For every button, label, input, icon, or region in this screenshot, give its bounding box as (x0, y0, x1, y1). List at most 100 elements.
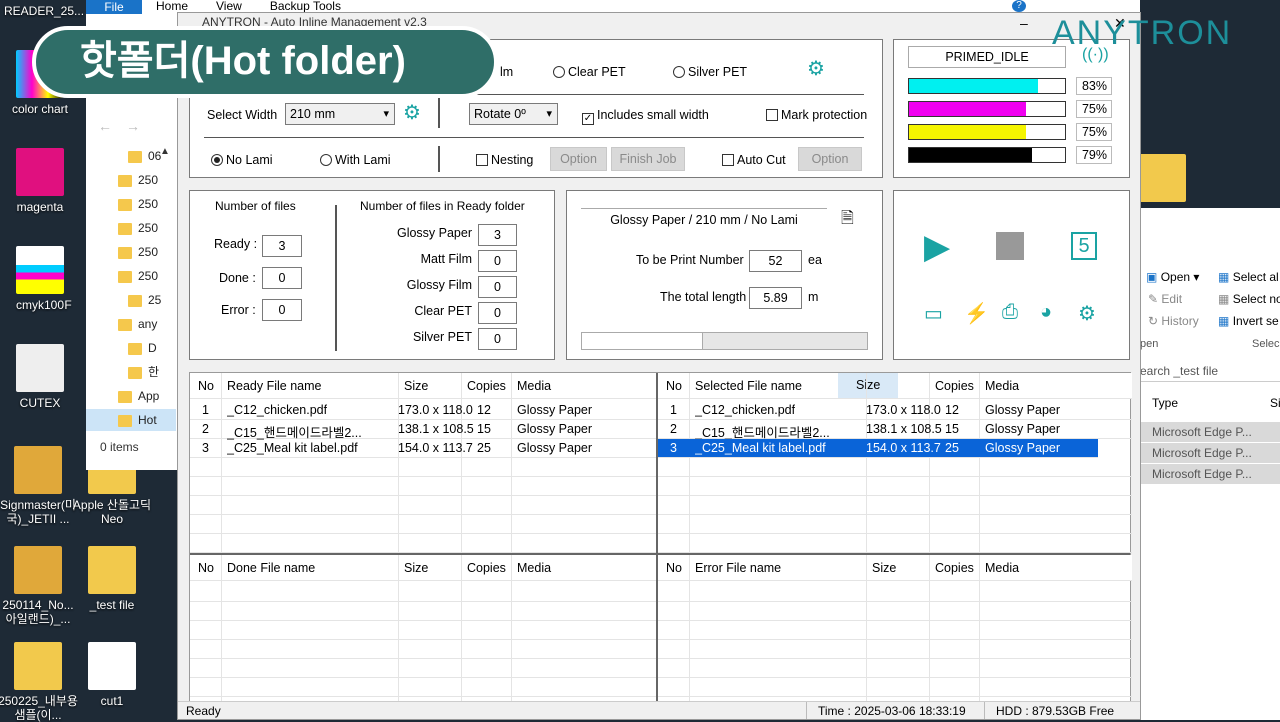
finish-job-button[interactable]: Finish Job (611, 147, 685, 171)
column-header[interactable]: Size (872, 561, 896, 575)
column-header[interactable]: Copies (935, 561, 974, 575)
table-row[interactable]: 3 _C25_Meal kit label.pdf 154.0 x 113.7 25 G… (190, 439, 656, 458)
job-summary: Glossy Paper / 210 mm / No Lami (581, 208, 827, 232)
play-icon[interactable]: ▶ (924, 227, 950, 267)
desktop-icon-cut1[interactable]: cut1 (72, 642, 152, 708)
tree-item[interactable]: 한 (128, 361, 159, 383)
total-length-label: The total length (660, 290, 747, 304)
table-row[interactable]: 2 _C15_핸드메이드라벨2... 138.1 x 108.5 15 Glossy P… (190, 420, 656, 440)
tree-item[interactable]: App (118, 385, 159, 407)
auto-cut-option-button[interactable]: Option (798, 147, 862, 171)
table-cell: Glossy Paper (517, 441, 593, 455)
column-header[interactable]: Copies (467, 379, 506, 393)
search-input[interactable]: earch _test file (1140, 360, 1280, 382)
column-header[interactable]: Ready File name (227, 379, 322, 393)
desktop-icon-signmaster[interactable]: Signmaster(미국)_JETII ... (0, 446, 78, 526)
stop-icon[interactable] (996, 232, 1024, 260)
column-header[interactable]: No (666, 561, 682, 575)
media-film-label[interactable]: lm (500, 65, 513, 79)
column-header[interactable]: Media (985, 561, 1019, 575)
table-row[interactable]: 1 _C12_chicken.pdf 173.0 x 118.0 12 Glossy P… (190, 401, 656, 420)
edit-button[interactable]: ✎ Edit (1148, 292, 1182, 306)
settings-gear-icon[interactable]: ⚙ (1078, 301, 1096, 326)
desktop-icon-250225[interactable]: 250225_내부용샘플(이... (0, 642, 78, 722)
select-all-button[interactable]: ▦ Select al (1218, 270, 1279, 284)
desktop-icon-250114[interactable]: 250114_No...아일랜드)_... (0, 546, 78, 626)
width-settings-gear-icon[interactable]: ⚙ (403, 100, 421, 125)
back-icon[interactable]: ← (98, 118, 112, 134)
column-header[interactable]: Done File name (227, 561, 315, 575)
table-row (658, 640, 1132, 659)
rotate-dropdown[interactable]: Rotate 0º (469, 103, 558, 125)
column-size[interactable]: Si (1270, 396, 1280, 410)
folder-icon (88, 546, 136, 594)
folder-icon (14, 546, 62, 594)
column-header[interactable]: Size (404, 561, 428, 575)
menu-file[interactable]: File (86, 0, 142, 14)
tree-item[interactable]: any (118, 313, 157, 335)
open-button[interactable]: ▣ Open ▾ (1146, 270, 1199, 284)
auto-cut-checkbox[interactable]: Auto Cut (722, 153, 786, 167)
scroll-up-icon[interactable]: ▲ (160, 146, 170, 157)
minimize-button[interactable]: – (1020, 15, 1028, 31)
forward-icon[interactable]: → (126, 118, 140, 134)
tree-item[interactable]: 250 (118, 265, 158, 287)
table-row[interactable]: 2 _C15_핸드메이드라벨2... 138.1 x 108.5 15 Glossy P… (658, 420, 1132, 440)
ink-status-panel: PRIMED_IDLE ((·)) 83% 75% 75% 79% (893, 39, 1130, 178)
select-all-icon: ▦ (1218, 270, 1230, 284)
printer-icon[interactable]: ⎙ (1002, 301, 1018, 324)
tree-item[interactable]: 06 (128, 145, 161, 167)
width-dropdown[interactable]: 210 mm (285, 103, 395, 125)
document-icon[interactable]: 🗎 (841, 207, 854, 234)
tree-item[interactable]: 250 (118, 169, 158, 191)
tree-item[interactable]: 250 (118, 241, 158, 263)
menu-home[interactable]: Home (142, 0, 202, 12)
history-button[interactable]: ↻ History (1148, 314, 1199, 328)
nesting-option-button[interactable]: Option (550, 147, 607, 171)
includes-small-width-checkbox[interactable]: ✓ Includes small width (582, 108, 709, 125)
radio-no-lami[interactable]: No Lami (211, 153, 273, 167)
column-header[interactable]: No (198, 561, 214, 575)
list-item[interactable]: Microsoft Edge P... (1140, 443, 1280, 463)
radio-with-lami[interactable]: With Lami (320, 153, 391, 167)
column-header[interactable]: No (198, 379, 214, 393)
desktop-icon-cutex[interactable]: CUTEX (0, 344, 80, 410)
tree-item[interactable]: 250 (118, 217, 158, 239)
menu-backup-tools[interactable]: Backup Tools (256, 0, 355, 12)
column-type[interactable]: Type (1152, 396, 1178, 410)
column-header[interactable]: Size (838, 373, 899, 398)
logo-icon[interactable]: ◕ (1040, 301, 1052, 324)
lightning-icon[interactable]: ⚡ (964, 301, 989, 326)
counter-icon[interactable]: 5 (1071, 232, 1097, 260)
list-item[interactable]: Microsoft Edge P... (1140, 464, 1280, 484)
column-header[interactable]: Error File name (695, 561, 781, 575)
select-none-button[interactable]: ▦ Select no (1218, 292, 1280, 306)
column-header[interactable]: Copies (935, 379, 974, 393)
help-icon[interactable]: ? (1012, 0, 1026, 12)
tree-item[interactable]: D (128, 337, 157, 359)
column-header[interactable]: Media (985, 379, 1019, 393)
nesting-checkbox[interactable]: Nesting (476, 153, 533, 167)
column-header[interactable]: Media (517, 561, 551, 575)
column-header[interactable]: Copies (467, 561, 506, 575)
invert-selection-button[interactable]: ▦ Invert se (1218, 314, 1279, 328)
list-item[interactable]: Microsoft Edge P... (1140, 422, 1280, 442)
table-row[interactable]: 3 _C25_Meal kit label.pdf 154.0 x 113.7 25 G… (658, 439, 1098, 458)
tree-item[interactable]: 250 (118, 193, 158, 215)
radio-clear-pet[interactable]: Clear PET (553, 65, 626, 79)
menu-view[interactable]: View (202, 0, 256, 12)
column-header[interactable]: Size (404, 379, 428, 393)
media-settings-gear-icon[interactable]: ⚙ (807, 56, 825, 81)
column-header[interactable]: No (666, 379, 682, 393)
selected-grid: No Selected File name Size Copies Media 1 _C12… (658, 373, 1132, 553)
desktop-icon-test-file[interactable]: _test file (72, 546, 152, 612)
tree-item[interactable]: 25 (128, 289, 161, 311)
radio-silver-pet[interactable]: Silver PET (673, 65, 747, 79)
folder-icon[interactable]: ▭ (924, 301, 943, 326)
tree-item-hot-folder[interactable]: Hot (86, 409, 176, 431)
table-row[interactable]: 1 _C12_chicken.pdf 173.0 x 118.0 12 Glossy P… (658, 401, 1132, 420)
desktop-icon-magenta[interactable]: magenta (0, 148, 80, 214)
mark-protection-checkbox[interactable]: Mark protection (766, 108, 867, 122)
column-header[interactable]: Selected File name (695, 379, 802, 393)
column-header[interactable]: Media (517, 379, 551, 393)
